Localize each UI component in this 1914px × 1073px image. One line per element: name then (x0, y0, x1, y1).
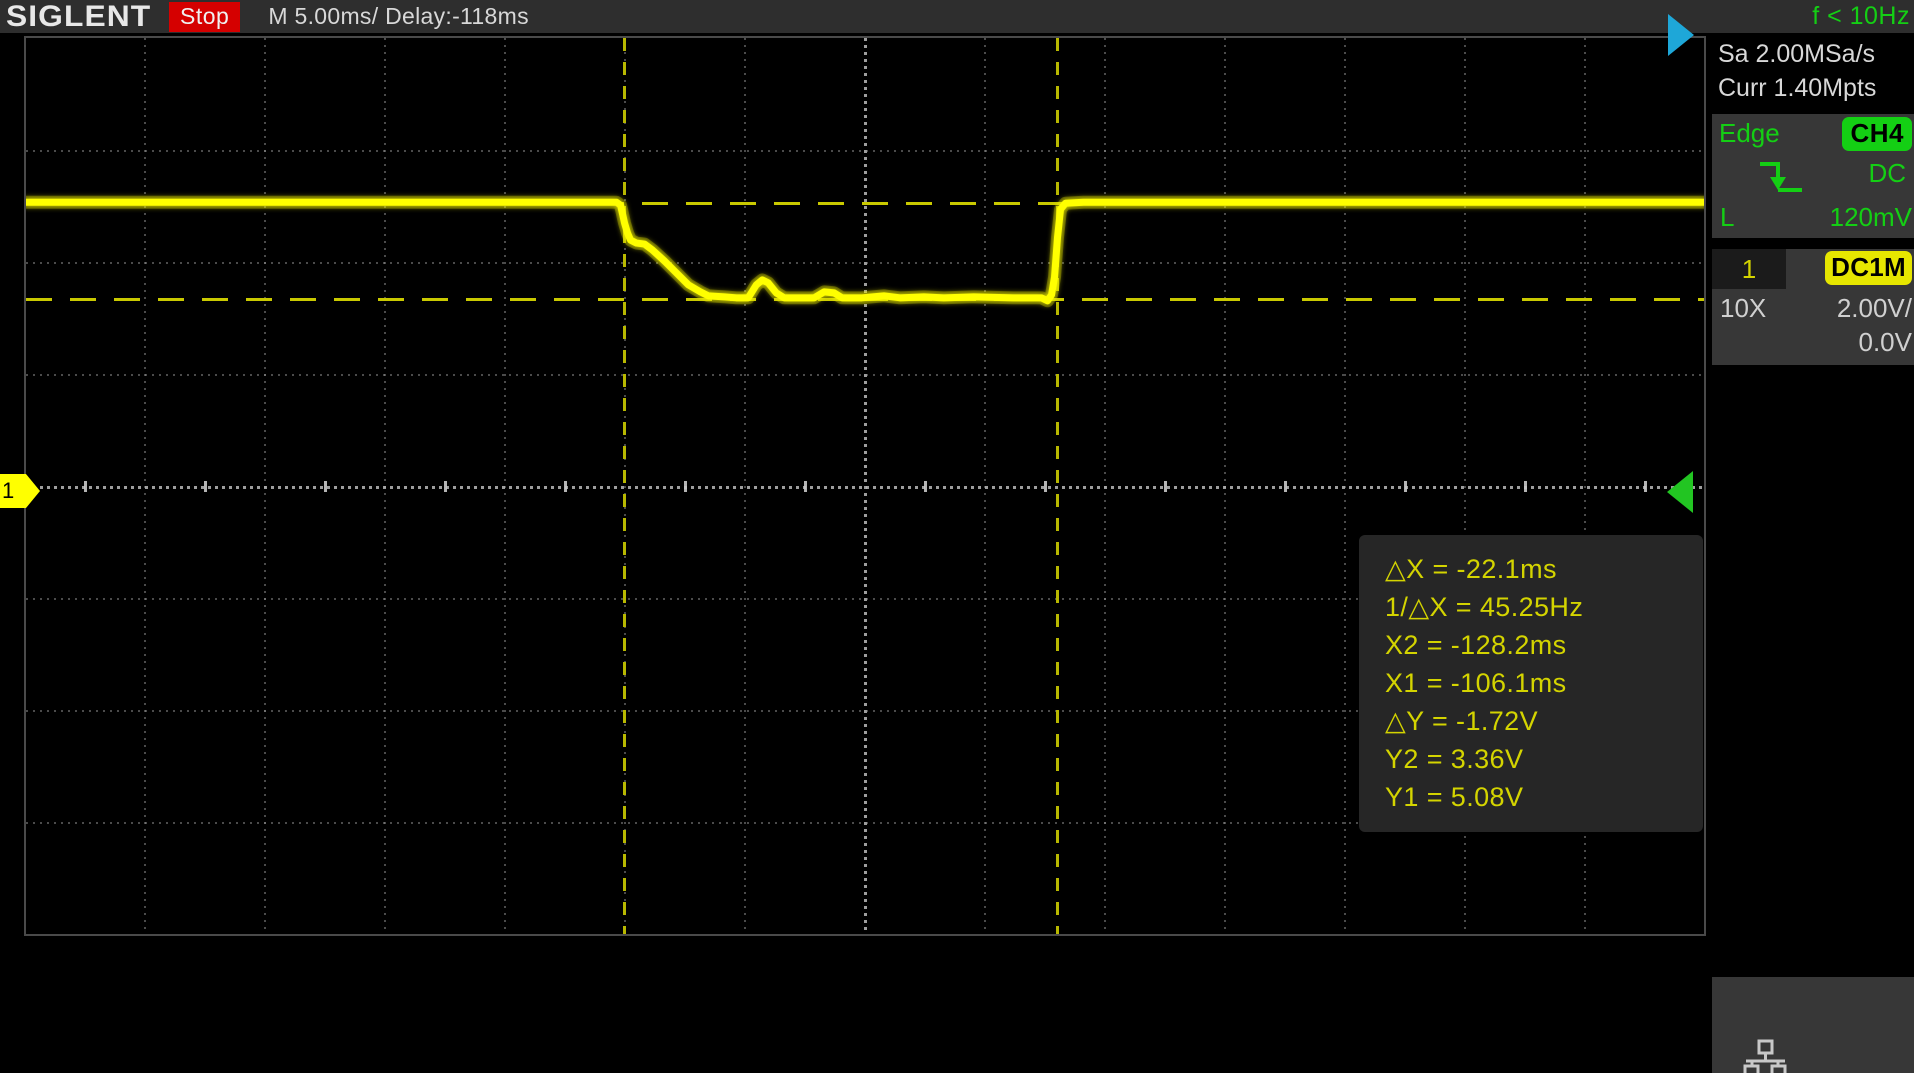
acquisition-panel[interactable]: Sa 2.00MSa/s Curr 1.40Mpts (1712, 33, 1914, 111)
trigger-type-label: Edge (1719, 118, 1780, 148)
trigger-level-label: L (1720, 202, 1735, 232)
oscilloscope-screen: SIGLENT Stop M 5.00ms/ Delay:-118ms f < … (0, 0, 1914, 1073)
network-lan-icon[interactable] (1738, 1039, 1792, 1073)
top-status-bar: SIGLENT Stop M 5.00ms/ Delay:-118ms f < … (0, 0, 1914, 33)
channel1-offset[interactable]: 0.0V (1859, 327, 1913, 358)
cursor-y2: Y2 = 3.36V (1385, 744, 1524, 774)
cursor-x2: X2 = -128.2ms (1385, 630, 1567, 660)
sample-rate-readout: Sa 2.00MSa/s (1718, 40, 1876, 68)
trigger-coupling-label: DC (1868, 158, 1906, 188)
waveform-graticule[interactable]: △X = -22.1ms 1/△X = 45.25Hz X2 = -128.2m… (24, 36, 1706, 936)
channel1-panel[interactable]: 1 DC1M 10X 2.00V/ 0.0V (1712, 249, 1914, 365)
cursor-measurement-panel[interactable]: △X = -22.1ms 1/△X = 45.25Hz X2 = -128.2m… (1359, 535, 1703, 832)
trigger-level-value[interactable]: 120mV (1830, 202, 1912, 233)
run-stop-button[interactable]: Stop (169, 1, 241, 32)
trigger-panel[interactable]: Edge CH4 DC L 120mV (1712, 114, 1914, 238)
horizontal-delay-arrow-icon[interactable] (1668, 14, 1694, 56)
falling-edge-icon (1758, 158, 1806, 196)
timebase-readout[interactable]: M 5.00ms/ Delay:-118ms (268, 3, 529, 30)
cursor-delta-y: △Y = -1.72V (1385, 706, 1539, 736)
trigger-source-badge[interactable]: CH4 (1842, 117, 1912, 151)
channel1-number-label[interactable]: 1 (1712, 249, 1786, 289)
channel1-probe-ratio[interactable]: 10X (1720, 293, 1766, 324)
cursor-x1: X1 = -106.1ms (1385, 668, 1567, 698)
cursor-y1: Y1 = 5.08V (1385, 782, 1524, 812)
memory-depth-readout: Curr 1.40Mpts (1718, 74, 1877, 102)
trigger-level-arrow-icon[interactable] (1667, 471, 1693, 513)
cursor-delta-x: △X = -22.1ms (1385, 554, 1557, 584)
channel1-coupling-badge[interactable]: DC1M (1825, 251, 1912, 285)
sidebar-footer (1712, 977, 1914, 1073)
channel1-ground-marker[interactable]: 1 (0, 474, 40, 508)
frequency-counter-readout: f < 10Hz (1812, 2, 1910, 30)
cursor-inverse-delta-x: 1/△X = 45.25Hz (1385, 592, 1584, 622)
channel1-volts-per-div[interactable]: 2.00V/ (1837, 293, 1912, 324)
right-sidebar: Sa 2.00MSa/s Curr 1.40Mpts Edge CH4 DC L… (1712, 33, 1914, 1073)
channel1-ground-marker-label: 1 (0, 474, 40, 508)
siglent-logo: SIGLENT (6, 0, 152, 33)
